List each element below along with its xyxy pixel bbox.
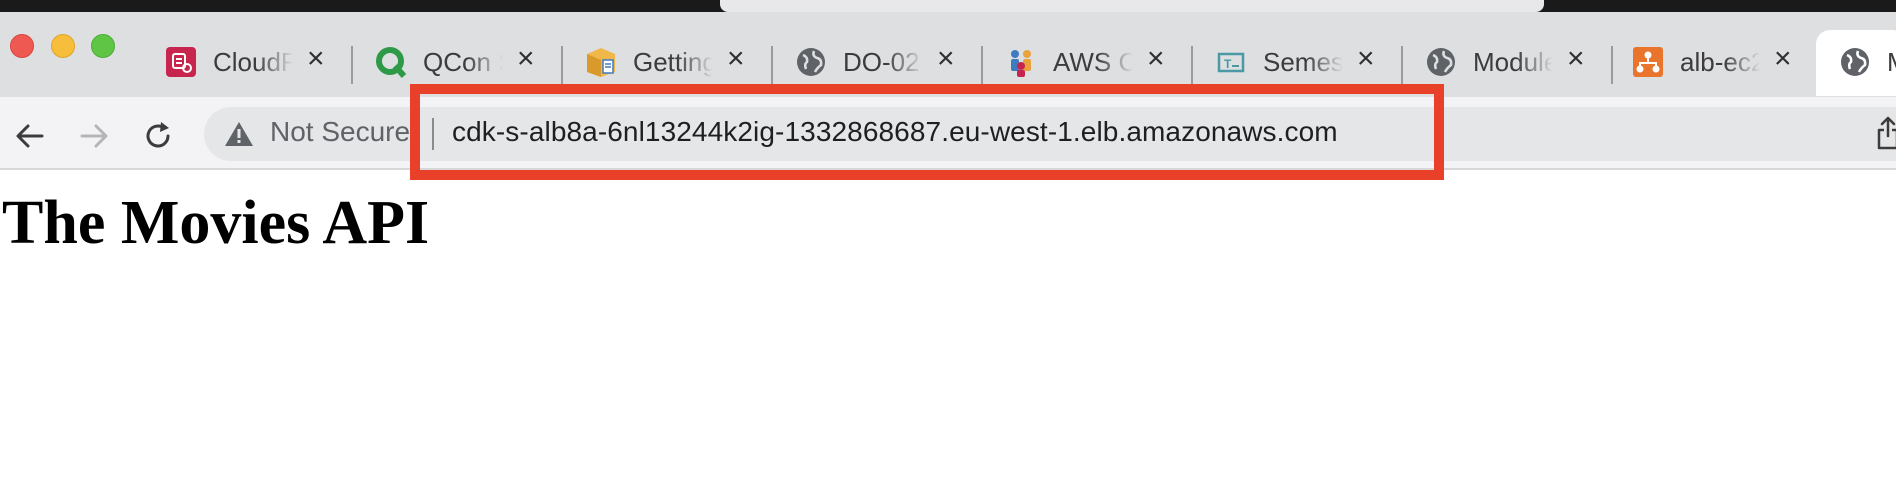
alb-icon <box>1633 47 1663 77</box>
close-icon[interactable]: × <box>1774 42 1792 76</box>
security-status[interactable]: Not Secure <box>270 116 410 148</box>
highlight-box <box>410 84 1444 180</box>
tab-label: Semester <box>1263 47 1343 77</box>
tab-separator <box>351 46 353 84</box>
close-window-button[interactable] <box>10 34 34 58</box>
close-icon[interactable]: × <box>937 42 955 76</box>
box-icon <box>587 48 615 77</box>
globe-icon <box>1841 48 1869 76</box>
cloudfront-icon <box>166 47 196 77</box>
close-icon[interactable]: × <box>1147 42 1165 76</box>
minimize-window-button[interactable] <box>51 34 75 58</box>
tab-label: CloudFront <box>213 47 293 77</box>
semester-icon: T <box>1217 52 1245 73</box>
globe-icon <box>797 48 825 76</box>
tab-label: M <box>1887 47 1896 78</box>
tab-separator <box>1611 46 1613 84</box>
close-icon[interactable]: × <box>1567 42 1585 76</box>
aws-people-icon <box>1011 50 1031 77</box>
tab-separator <box>771 46 773 84</box>
tab-label: AWS CDK <box>1053 47 1133 77</box>
reload-icon[interactable] <box>140 118 176 154</box>
close-icon[interactable]: × <box>517 42 535 76</box>
back-arrow-icon[interactable] <box>12 118 48 154</box>
warning-icon <box>225 122 253 146</box>
zoom-window-button[interactable] <box>91 34 115 58</box>
close-icon[interactable]: × <box>727 42 745 76</box>
close-icon[interactable]: × <box>307 42 325 76</box>
tab-label: Modules <box>1473 47 1553 77</box>
tab-separator <box>1191 46 1193 84</box>
close-icon[interactable]: × <box>1357 42 1375 76</box>
tab-separator <box>561 46 563 84</box>
tab-separator <box>1401 46 1403 84</box>
tab-label: Getting Started <box>633 47 713 77</box>
tab-label: alb-ec2 <box>1680 47 1760 77</box>
tab-label: DO-02 <box>843 47 920 77</box>
globe-icon <box>1427 48 1455 76</box>
svg-text:T: T <box>1224 57 1232 71</box>
tab-label: QCon San <box>423 47 503 77</box>
page-title: The Movies API <box>2 189 430 257</box>
forward-arrow-icon[interactable] <box>76 118 112 154</box>
share-icon[interactable] <box>1876 116 1896 150</box>
qcon-icon <box>376 47 407 78</box>
tab-separator <box>981 46 983 84</box>
